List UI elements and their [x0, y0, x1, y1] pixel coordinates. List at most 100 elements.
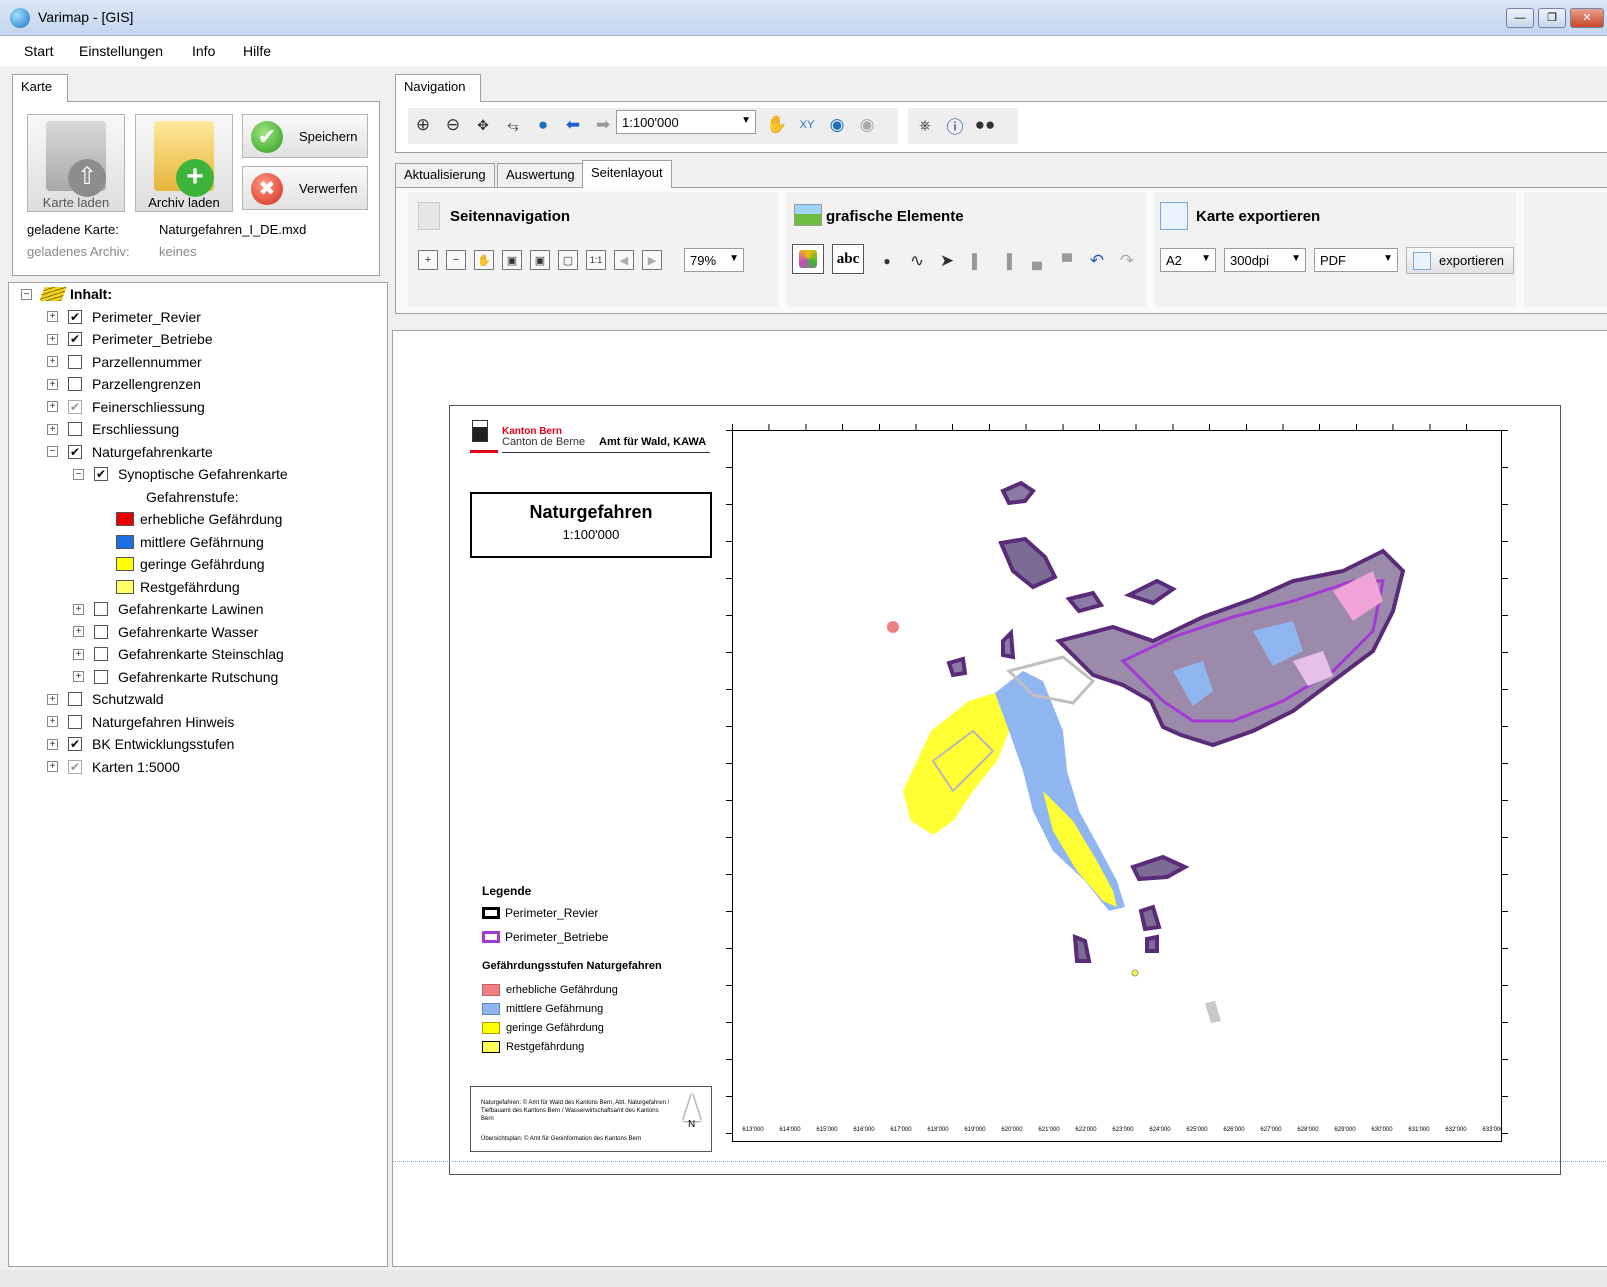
- layer-checkbox[interactable]: [68, 422, 82, 437]
- expand-icon[interactable]: +: [47, 738, 58, 750]
- layer-checkbox[interactable]: [68, 377, 82, 392]
- tree-item[interactable]: + Gefahrenkarte Rutschung: [21, 666, 288, 689]
- expand-icon[interactable]: +: [47, 423, 58, 435]
- export-button[interactable]: exportieren: [1406, 247, 1514, 274]
- menu-hilfe[interactable]: Hilfe: [243, 43, 271, 59]
- tree-item[interactable]: + Naturgefahren Hinweis: [21, 711, 288, 734]
- layer-checkbox[interactable]: ✔: [68, 759, 82, 774]
- dpi-select[interactable]: 300dpi ▼: [1224, 248, 1306, 272]
- align-bottom-icon[interactable]: ▄: [1026, 250, 1048, 272]
- menu-start[interactable]: Start: [24, 43, 54, 59]
- tree-item[interactable]: + Gefahrenkarte Lawinen: [21, 598, 288, 621]
- measure-icon[interactable]: ⎈: [914, 114, 936, 136]
- tab-karte[interactable]: Karte: [12, 74, 68, 102]
- tree-item[interactable]: − ✔ Synoptische Gefahrenkarte: [21, 463, 288, 486]
- deselect-circle-icon[interactable]: ◉: [856, 114, 878, 136]
- layer-checkbox[interactable]: [94, 647, 108, 662]
- tree-item[interactable]: + Gefahrenkarte Steinschlag: [21, 643, 288, 666]
- back-arrow-icon[interactable]: ⬅: [562, 114, 584, 136]
- redo-icon[interactable]: ↷: [1116, 250, 1138, 272]
- layer-checkbox[interactable]: ✔: [68, 444, 82, 459]
- forward-arrow-icon[interactable]: ➡: [592, 114, 614, 136]
- point-icon[interactable]: ●: [876, 250, 898, 272]
- collapse-icon[interactable]: −: [73, 468, 84, 480]
- expand-icon[interactable]: +: [47, 311, 58, 323]
- layer-checkbox[interactable]: ✔: [68, 309, 82, 324]
- tree-item[interactable]: + ✔ Perimeter_Revier: [21, 306, 288, 329]
- menu-einstellungen[interactable]: Einstellungen: [79, 43, 163, 59]
- format-select[interactable]: PDF ▼: [1314, 248, 1398, 272]
- load-map-button[interactable]: ⇧ Karte laden: [27, 114, 125, 212]
- info-icon[interactable]: ⓘ: [944, 114, 966, 137]
- load-archive-button[interactable]: + Archiv laden: [135, 114, 233, 212]
- layer-checkbox[interactable]: ✔: [68, 332, 82, 347]
- discard-button[interactable]: ✖ Verwerfen: [242, 166, 368, 210]
- select-circle-icon[interactable]: ◉: [826, 114, 848, 136]
- save-button[interactable]: ✔ Speichern: [242, 114, 368, 158]
- tree-item[interactable]: + Gefahrenkarte Wasser: [21, 621, 288, 644]
- layer-checkbox[interactable]: [68, 692, 82, 707]
- scale-select[interactable]: 1:100'000 ▼: [616, 110, 756, 134]
- minimize-button[interactable]: —: [1506, 8, 1534, 28]
- zoom-out-fixed-icon[interactable]: ⥃: [502, 114, 524, 136]
- expand-icon[interactable]: +: [47, 333, 58, 345]
- page-fixed-zoom-out-icon[interactable]: ▣: [530, 250, 550, 270]
- page-full-icon[interactable]: ▢: [558, 250, 578, 270]
- page-fixed-zoom-in-icon[interactable]: ▣: [502, 250, 522, 270]
- tree-item[interactable]: + ✔ Karten 1:5000: [21, 756, 288, 779]
- page-zoom-select[interactable]: 79% ▼: [684, 248, 744, 272]
- pan-hand-icon[interactable]: ✋: [766, 114, 788, 136]
- layer-checkbox[interactable]: ✔: [94, 467, 108, 482]
- symbol-tool-button[interactable]: [792, 244, 824, 274]
- tab-seitenlayout[interactable]: Seitenlayout: [582, 160, 672, 188]
- layer-checkbox[interactable]: [94, 602, 108, 617]
- tree-item[interactable]: + Schutzwald: [21, 688, 288, 711]
- close-button[interactable]: ✕: [1570, 8, 1604, 28]
- tab-navigation[interactable]: Navigation: [395, 74, 481, 102]
- expand-icon[interactable]: +: [73, 603, 84, 615]
- align-right-icon[interactable]: ▐: [996, 250, 1018, 272]
- text-tool-button[interactable]: abc: [832, 244, 864, 274]
- align-left-icon[interactable]: ▌: [966, 250, 988, 272]
- page-back-icon[interactable]: ◀: [614, 250, 634, 270]
- page-pan-icon[interactable]: ✋: [474, 250, 494, 270]
- layer-checkbox[interactable]: ✔: [68, 737, 82, 752]
- collapse-icon[interactable]: −: [47, 446, 58, 458]
- layer-checkbox[interactable]: [94, 624, 108, 639]
- undo-icon[interactable]: ↶: [1086, 250, 1108, 272]
- expand-icon[interactable]: +: [47, 356, 58, 368]
- expand-icon[interactable]: +: [47, 401, 58, 413]
- align-top-icon[interactable]: ▀: [1056, 250, 1078, 272]
- tree-root[interactable]: − Inhalt:: [21, 283, 288, 306]
- expand-icon[interactable]: +: [47, 761, 58, 773]
- page-zoom-out-icon[interactable]: −: [446, 250, 466, 270]
- expand-icon[interactable]: +: [47, 378, 58, 390]
- binoculars-icon[interactable]: ●●: [974, 114, 996, 136]
- tree-item[interactable]: + ✔ BK Entwicklungsstufen: [21, 733, 288, 756]
- expand-icon[interactable]: +: [47, 716, 58, 728]
- tab-aktualisierung[interactable]: Aktualisierung: [395, 163, 495, 187]
- maximize-button[interactable]: ❐: [1538, 8, 1566, 28]
- expand-icon[interactable]: +: [73, 648, 84, 660]
- layout-view[interactable]: Kanton Bern Canton de Berne Amt für Wald…: [392, 330, 1607, 1267]
- pointer-icon[interactable]: ➤: [936, 250, 958, 272]
- polyline-icon[interactable]: ∿: [906, 250, 928, 272]
- menu-info[interactable]: Info: [192, 43, 215, 59]
- tree-item[interactable]: − ✔ Naturgefahrenkarte: [21, 441, 288, 464]
- tree-item[interactable]: + Parzellengrenzen: [21, 373, 288, 396]
- tree-item[interactable]: + ✔ Feinerschliessung: [21, 396, 288, 419]
- paper-size-select[interactable]: A2 ▼: [1160, 248, 1216, 272]
- expand-icon[interactable]: +: [73, 671, 84, 683]
- full-extent-globe-icon[interactable]: ●: [532, 114, 554, 136]
- zoom-in-icon[interactable]: ⊕: [412, 114, 434, 136]
- page-forward-icon[interactable]: ▶: [642, 250, 662, 270]
- expand-icon[interactable]: +: [47, 693, 58, 705]
- layer-checkbox[interactable]: [94, 669, 108, 684]
- tree-item[interactable]: + ✔ Perimeter_Betriebe: [21, 328, 288, 351]
- expand-icon[interactable]: +: [73, 626, 84, 638]
- layer-checkbox[interactable]: ✔: [68, 399, 82, 414]
- xy-coordinates-icon[interactable]: XY: [796, 114, 818, 136]
- tree-item[interactable]: + Parzellennummer: [21, 351, 288, 374]
- tree-item[interactable]: + Erschliessung: [21, 418, 288, 441]
- layer-checkbox[interactable]: [68, 354, 82, 369]
